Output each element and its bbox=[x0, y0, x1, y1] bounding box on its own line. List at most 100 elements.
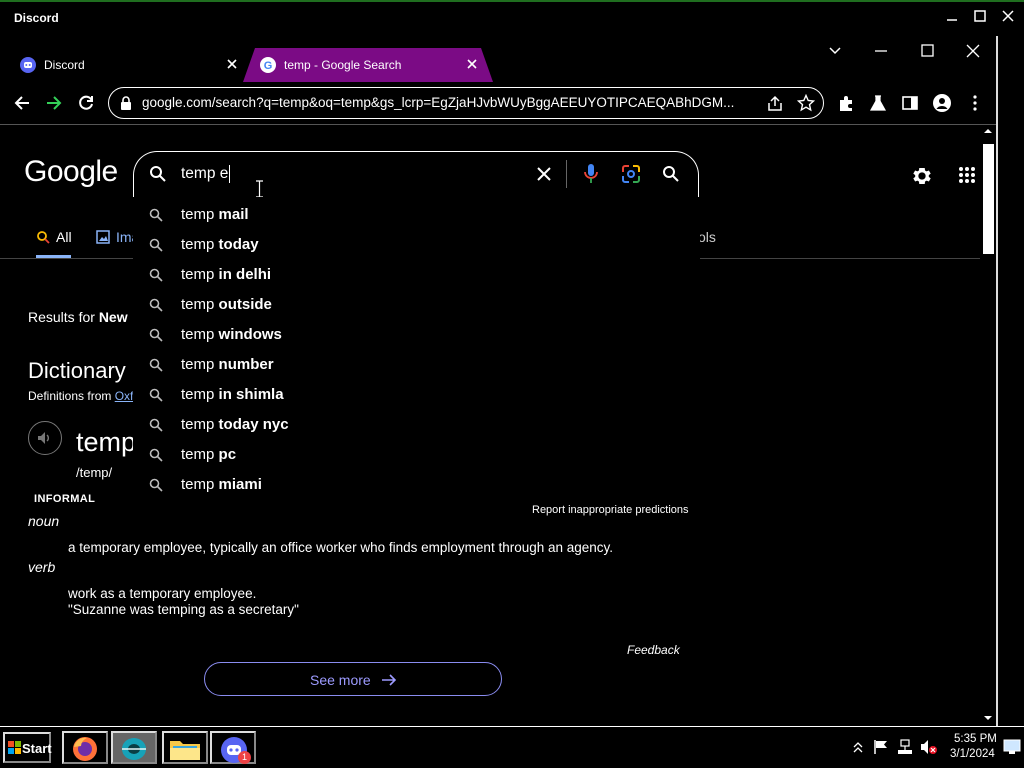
tab-discord[interactable]: Discord bbox=[10, 48, 245, 82]
suggestion-item[interactable]: temp today nyc bbox=[133, 410, 700, 440]
search-icon bbox=[149, 418, 163, 432]
see-more-label: See more bbox=[310, 672, 371, 688]
clock-date[interactable]: 3/1/2024 bbox=[950, 748, 995, 760]
taskbar: Start 1 5:35 PM 3/1/2024 bbox=[0, 726, 1024, 768]
google-favicon-icon: G bbox=[260, 57, 276, 73]
network-icon[interactable] bbox=[897, 739, 913, 755]
outer-maximize-button[interactable] bbox=[971, 8, 989, 26]
example-verb: "Suzanne was temping as a secretary" bbox=[68, 602, 299, 617]
profile-avatar-icon[interactable] bbox=[932, 93, 952, 113]
taskbar-file-explorer[interactable] bbox=[162, 731, 208, 764]
chrome-close-button[interactable] bbox=[964, 42, 982, 60]
chrome-minimize-button[interactable] bbox=[872, 42, 890, 60]
suggestion-item[interactable]: temp in shimla bbox=[133, 380, 700, 410]
suggestion-item[interactable]: temp number bbox=[133, 350, 700, 380]
search-icon bbox=[149, 358, 163, 372]
url-text[interactable]: google.com/search?q=temp&oq=temp&gs_lcrp… bbox=[142, 95, 754, 110]
search-submit-icon[interactable] bbox=[662, 165, 680, 183]
labs-flask-icon[interactable] bbox=[869, 94, 887, 112]
show-hidden-icons-chevron-icon[interactable] bbox=[853, 740, 863, 754]
google-logo[interactable]: Google bbox=[24, 155, 118, 189]
search-divider bbox=[566, 160, 567, 188]
volume-muted-icon[interactable] bbox=[920, 739, 938, 755]
suggestion-prefix: temp bbox=[181, 266, 215, 283]
feedback-link[interactable]: Feedback bbox=[627, 643, 680, 657]
reload-button[interactable] bbox=[76, 93, 96, 113]
search-box[interactable]: temp e bbox=[133, 151, 699, 197]
dictionary-source-link[interactable]: Oxf bbox=[115, 389, 134, 403]
scroll-up-arrow-icon[interactable] bbox=[983, 128, 993, 134]
voice-search-mic-icon[interactable] bbox=[583, 163, 599, 185]
suggestion-item[interactable]: temp pc bbox=[133, 440, 700, 470]
outer-minimize-button[interactable] bbox=[943, 8, 961, 26]
show-desktop-monitor-icon[interactable] bbox=[1003, 739, 1021, 755]
suggestion-item[interactable]: temp outside bbox=[133, 290, 700, 320]
tab-tools[interactable]: ols bbox=[698, 229, 716, 245]
pronunciation-speaker-button[interactable] bbox=[28, 421, 62, 455]
suggestion-prefix: temp bbox=[181, 476, 215, 493]
search-input[interactable]: temp e bbox=[181, 165, 228, 183]
extensions-icon[interactable] bbox=[837, 94, 855, 112]
report-predictions-link[interactable]: Report inappropriate predictions bbox=[532, 504, 689, 516]
folder-icon bbox=[170, 741, 200, 760]
definition-noun: a temporary employee, typically an offic… bbox=[68, 540, 614, 555]
google-lens-icon[interactable] bbox=[621, 164, 641, 184]
suggestion-item[interactable]: temp mail bbox=[133, 200, 700, 230]
clock-time[interactable]: 5:35 PM bbox=[954, 733, 997, 745]
forward-button[interactable] bbox=[44, 93, 64, 113]
clear-search-icon[interactable] bbox=[535, 165, 553, 183]
chrome-maximize-button[interactable] bbox=[918, 42, 936, 60]
back-button[interactable] bbox=[12, 93, 32, 113]
taskbar-discord[interactable]: 1 bbox=[210, 731, 256, 764]
search-tab-icon bbox=[37, 231, 50, 244]
results-for-place[interactable]: New bbox=[99, 309, 128, 325]
suggestion-prefix: temp bbox=[181, 446, 215, 463]
svg-text:G: G bbox=[264, 60, 273, 72]
windows-logo-icon bbox=[8, 741, 21, 754]
definitions-from: Definitions from Oxf bbox=[28, 389, 133, 403]
tab-google-search[interactable]: G temp - Google Search bbox=[243, 48, 493, 82]
apps-grid-icon[interactable] bbox=[958, 166, 976, 184]
tab-search-dropdown-icon[interactable] bbox=[826, 42, 844, 60]
suggestion-prefix: temp bbox=[181, 206, 215, 223]
notification-badge: 1 bbox=[238, 751, 251, 764]
outer-close-button[interactable] bbox=[999, 8, 1017, 26]
scrollbar-thumb[interactable] bbox=[983, 144, 994, 254]
scroll-down-arrow-icon[interactable] bbox=[983, 715, 993, 721]
bookmark-star-icon[interactable] bbox=[797, 94, 815, 112]
part-of-speech-verb: verb bbox=[28, 559, 56, 575]
share-icon[interactable] bbox=[766, 95, 784, 113]
suggestion-item[interactable]: temp windows bbox=[133, 320, 700, 350]
speaker-icon bbox=[38, 432, 49, 444]
text-caret bbox=[229, 165, 230, 183]
suggestion-prefix: temp bbox=[181, 356, 215, 373]
suggestion-completion: pc bbox=[218, 446, 237, 463]
tab-close-icon[interactable] bbox=[226, 58, 238, 70]
definition-verb: work as a temporary employee. bbox=[68, 586, 257, 601]
start-button[interactable]: Start bbox=[3, 732, 52, 763]
mouse-ibeam-cursor bbox=[255, 180, 264, 198]
suggestion-item[interactable]: temp today bbox=[133, 230, 700, 260]
taskbar-chrome-active[interactable] bbox=[111, 731, 157, 764]
phonetic: /temp/ bbox=[76, 465, 113, 480]
search-icon bbox=[149, 298, 163, 312]
settings-gear-icon[interactable] bbox=[911, 165, 933, 187]
lock-icon[interactable] bbox=[119, 95, 133, 111]
search-icon bbox=[149, 238, 163, 252]
side-panel-icon[interactable] bbox=[901, 94, 919, 112]
address-bar[interactable]: google.com/search?q=temp&oq=temp&gs_lcrp… bbox=[108, 87, 824, 119]
suggestion-prefix: temp bbox=[181, 416, 215, 433]
search-icon bbox=[149, 208, 163, 222]
chrome-menu-icon[interactable] bbox=[966, 93, 984, 113]
search-icon bbox=[149, 388, 163, 402]
tab-all[interactable]: All bbox=[36, 229, 72, 245]
see-more-button[interactable]: See more bbox=[204, 662, 502, 696]
suggestion-completion: windows bbox=[218, 326, 282, 343]
tab-label: Discord bbox=[44, 58, 85, 72]
suggestion-item[interactable]: temp miami bbox=[133, 470, 700, 500]
taskbar-firefox[interactable] bbox=[62, 731, 108, 764]
suggestion-prefix: temp bbox=[181, 326, 215, 343]
suggestion-item[interactable]: temp in delhi bbox=[133, 260, 700, 290]
tab-close-icon[interactable] bbox=[466, 58, 478, 70]
action-center-flag-icon[interactable] bbox=[873, 739, 889, 755]
